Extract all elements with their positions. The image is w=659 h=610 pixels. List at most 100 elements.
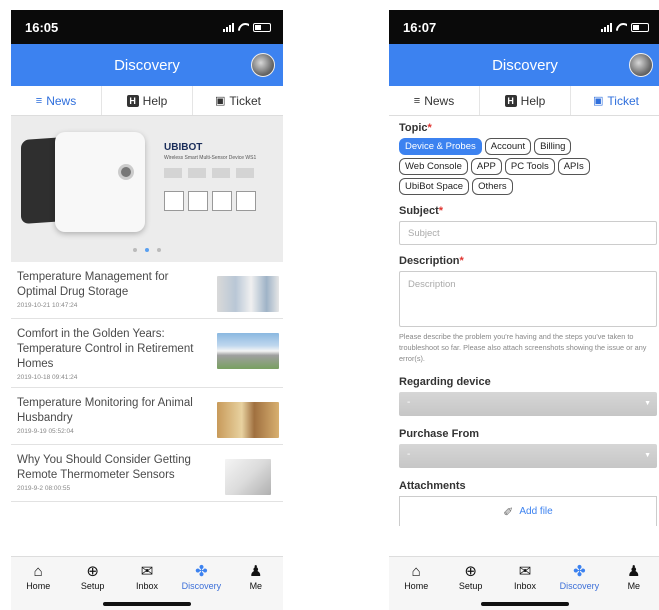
chevron-down-icon: ▼ bbox=[644, 452, 651, 459]
list-item[interactable]: Why You Should Consider Getting Remote T… bbox=[11, 445, 283, 502]
tab-ticket[interactable]: ▣ Ticket bbox=[571, 86, 659, 115]
tab-label: Help bbox=[520, 93, 546, 108]
rss-icon: ≡ bbox=[413, 94, 421, 107]
purchase-select-value: - bbox=[407, 449, 411, 460]
news-list: Temperature Management for Optimal Drug … bbox=[11, 262, 283, 502]
news-date: 2019-10-18 09:41:24 bbox=[17, 374, 78, 381]
envelope-icon: ✉ bbox=[518, 563, 532, 580]
banner-subtitle: Wireless Smart Multi-Sensor Device WS1 bbox=[164, 155, 257, 161]
promo-banner[interactable]: UBIBOT Wireless Smart Multi-Sensor Devic… bbox=[11, 116, 283, 262]
sensor-features bbox=[164, 168, 254, 178]
nav-me[interactable]: ♟ Me bbox=[607, 563, 659, 610]
add-file-button[interactable]: ✐ Add file bbox=[399, 496, 657, 526]
plus-circle-icon: ⊕ bbox=[464, 563, 477, 580]
status-time: 16:05 bbox=[25, 19, 59, 35]
tab-news[interactable]: ≡ News bbox=[11, 86, 102, 115]
topic-chip-app[interactable]: APP bbox=[470, 158, 502, 175]
tab-label: Ticket bbox=[607, 93, 639, 108]
tab-news[interactable]: ≡ News bbox=[389, 86, 480, 115]
subject-label: Subject* bbox=[399, 205, 444, 217]
rss-icon: ≡ bbox=[35, 94, 43, 107]
tab-ticket[interactable]: ▣ Ticket bbox=[193, 86, 283, 115]
device-select[interactable]: - ▼ bbox=[399, 392, 657, 416]
home-indicator bbox=[481, 602, 569, 606]
description-input[interactable]: Description bbox=[399, 271, 657, 327]
topic-chip-apis[interactable]: APIs bbox=[557, 158, 590, 175]
topic-chip-billing[interactable]: Billing bbox=[534, 138, 572, 155]
nav-label: Inbox bbox=[136, 581, 159, 591]
status-icons bbox=[601, 22, 649, 32]
nav-label: Setup bbox=[80, 581, 105, 591]
news-title: Temperature Management for Optimal Drug … bbox=[17, 271, 169, 298]
tab-label: News bbox=[424, 93, 455, 108]
news-title: Temperature Monitoring for Animal Husban… bbox=[17, 397, 193, 424]
discovery-tabs: ≡ News H Help ▣ Ticket bbox=[389, 86, 659, 116]
list-item[interactable]: Temperature Monitoring for Animal Husban… bbox=[11, 388, 283, 445]
wifi-icon bbox=[616, 23, 627, 32]
signal-icon bbox=[601, 22, 612, 32]
nav-label: Me bbox=[627, 581, 641, 591]
add-file-label: Add file bbox=[519, 506, 553, 517]
ticket-icon: ▣ bbox=[593, 95, 604, 107]
paperclip-icon: ✐ bbox=[503, 504, 514, 519]
status-bar: 16:07 bbox=[389, 10, 659, 44]
page-title: Discovery bbox=[492, 56, 558, 74]
subject-input[interactable]: Subject bbox=[399, 221, 657, 245]
home-icon: ⌂ bbox=[411, 563, 421, 580]
home-indicator bbox=[103, 602, 191, 606]
nav-label: Discovery bbox=[559, 581, 600, 591]
status-time: 16:07 bbox=[403, 19, 437, 35]
help-icon: H bbox=[504, 94, 517, 107]
bottom-nav: ⌂ Home ⊕ Setup ✉ Inbox ✤ Discovery ♟ Me bbox=[11, 556, 283, 610]
avatar[interactable] bbox=[629, 53, 653, 77]
home-icon: ⌂ bbox=[33, 563, 43, 580]
topic-chip-others[interactable]: Others bbox=[472, 178, 513, 195]
battery-icon bbox=[253, 22, 271, 32]
news-title: Comfort in the Golden Years: Temperature… bbox=[17, 328, 194, 370]
news-screen: 16:05 Discovery ≡ News H Help ▣ Ticket U… bbox=[11, 10, 283, 610]
purchase-label: Purchase From bbox=[399, 428, 480, 440]
nav-me[interactable]: ♟ Me bbox=[229, 563, 283, 610]
news-thumbnail bbox=[217, 276, 279, 312]
nav-home[interactable]: ⌂ Home bbox=[389, 563, 443, 610]
description-label: Description* bbox=[399, 255, 464, 267]
carousel-dots[interactable] bbox=[11, 248, 283, 252]
avatar[interactable] bbox=[251, 53, 275, 77]
sensor-icons bbox=[164, 191, 256, 211]
purchase-select[interactable]: - ▼ bbox=[399, 444, 657, 468]
news-thumbnail bbox=[225, 459, 271, 495]
topic-chip-account[interactable]: Account bbox=[484, 138, 532, 155]
topic-chip-ubibot-space[interactable]: UbiBot Space bbox=[399, 178, 470, 195]
person-icon: ♟ bbox=[627, 563, 641, 580]
topic-label: Topic* bbox=[399, 122, 432, 134]
tab-help[interactable]: H Help bbox=[102, 86, 193, 115]
news-title: Why You Should Consider Getting Remote T… bbox=[17, 454, 191, 481]
device-select-value: - bbox=[407, 397, 411, 408]
ticket-screen: 16:07 Discovery ≡ News H Help ▣ Ticket T… bbox=[389, 10, 659, 610]
topic-chip-web-console[interactable]: Web Console bbox=[399, 158, 468, 175]
nav-home[interactable]: ⌂ Home bbox=[11, 563, 65, 610]
discovery-tabs: ≡ News H Help ▣ Ticket bbox=[11, 86, 283, 116]
news-thumbnail bbox=[217, 402, 279, 438]
ticket-form: Topic* Device & Probes Account Billing W… bbox=[389, 116, 659, 526]
app-header: Discovery bbox=[11, 44, 283, 86]
nav-label: Setup bbox=[458, 581, 483, 591]
fan-icon: ✤ bbox=[573, 563, 586, 580]
app-header: Discovery bbox=[389, 44, 659, 86]
tab-label: Help bbox=[142, 93, 168, 108]
wifi-icon bbox=[238, 23, 249, 32]
nav-label: Me bbox=[249, 581, 263, 591]
topic-chip-pc-tools[interactable]: PC Tools bbox=[504, 158, 555, 175]
nav-label: Inbox bbox=[514, 581, 537, 591]
tab-help[interactable]: H Help bbox=[480, 86, 571, 115]
topic-chip-device-probes[interactable]: Device & Probes bbox=[399, 138, 482, 155]
nav-label: Home bbox=[404, 581, 429, 591]
description-hint: Please describe the problem you're havin… bbox=[399, 332, 647, 363]
list-item[interactable]: Temperature Management for Optimal Drug … bbox=[11, 262, 283, 319]
bottom-nav: ⌂ Home ⊕ Setup ✉ Inbox ✤ Discovery ♟ Me bbox=[389, 556, 659, 610]
news-date: 2019-9-2 08:00:55 bbox=[17, 485, 71, 492]
tab-label: News bbox=[46, 93, 77, 108]
list-item[interactable]: Comfort in the Golden Years: Temperature… bbox=[11, 319, 283, 388]
signal-icon bbox=[223, 22, 234, 32]
device-sensor-icon bbox=[118, 164, 134, 180]
